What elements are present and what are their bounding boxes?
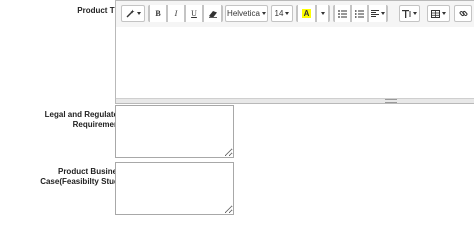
business-case-textarea[interactable] — [115, 162, 234, 215]
color-group: A — [296, 5, 330, 22]
table-icon — [431, 9, 440, 18]
font-style-group: B I U — [148, 5, 223, 22]
eraser-icon — [208, 10, 217, 18]
font-family-value: Helvetica — [227, 9, 260, 18]
underline-button[interactable]: U — [185, 5, 203, 22]
legal-regulatory-textarea[interactable] — [115, 105, 234, 158]
rich-text-editor: B I U Helvetica 14 A — [115, 0, 474, 104]
bold-button[interactable]: B — [149, 5, 167, 22]
italic-button[interactable]: I — [167, 5, 185, 22]
magic-wand-icon — [126, 9, 134, 18]
align-left-icon — [370, 10, 379, 17]
text-color-icon: A — [301, 9, 312, 18]
remove-format-button[interactable] — [203, 5, 222, 22]
table-dropdown[interactable] — [427, 5, 450, 22]
link-button[interactable] — [454, 5, 472, 22]
business-case-label: Product Business Case(Feasibilty Study) — [40, 167, 126, 186]
ordered-list-icon — [355, 9, 364, 18]
legal-regulatory-label: Legal and Regulatory Requirements — [44, 110, 126, 129]
product-title-editor-area[interactable] — [116, 27, 474, 99]
link-icon — [459, 10, 467, 17]
font-size-value: 14 — [274, 9, 284, 18]
product-title-label: Product Title — [77, 6, 126, 15]
color-dropdown-button[interactable] — [316, 5, 329, 22]
paragraph-group — [333, 5, 388, 22]
align-dropdown-button[interactable] — [368, 5, 387, 22]
font-family-dropdown[interactable]: Helvetica — [225, 5, 268, 22]
ordered-list-button[interactable] — [351, 5, 368, 22]
line-height-dropdown[interactable] — [399, 5, 420, 22]
editor-toolbar: B I U Helvetica 14 A — [116, 1, 474, 28]
style-dropdown-button[interactable] — [121, 5, 145, 22]
unordered-list-icon — [338, 9, 347, 18]
unordered-list-button[interactable] — [334, 5, 351, 22]
text-color-button[interactable]: A — [297, 5, 316, 22]
resize-grip-icon — [385, 99, 397, 103]
line-height-icon — [402, 9, 411, 18]
font-size-dropdown[interactable]: 14 — [271, 5, 293, 22]
editor-resize-bar[interactable] — [116, 98, 474, 103]
